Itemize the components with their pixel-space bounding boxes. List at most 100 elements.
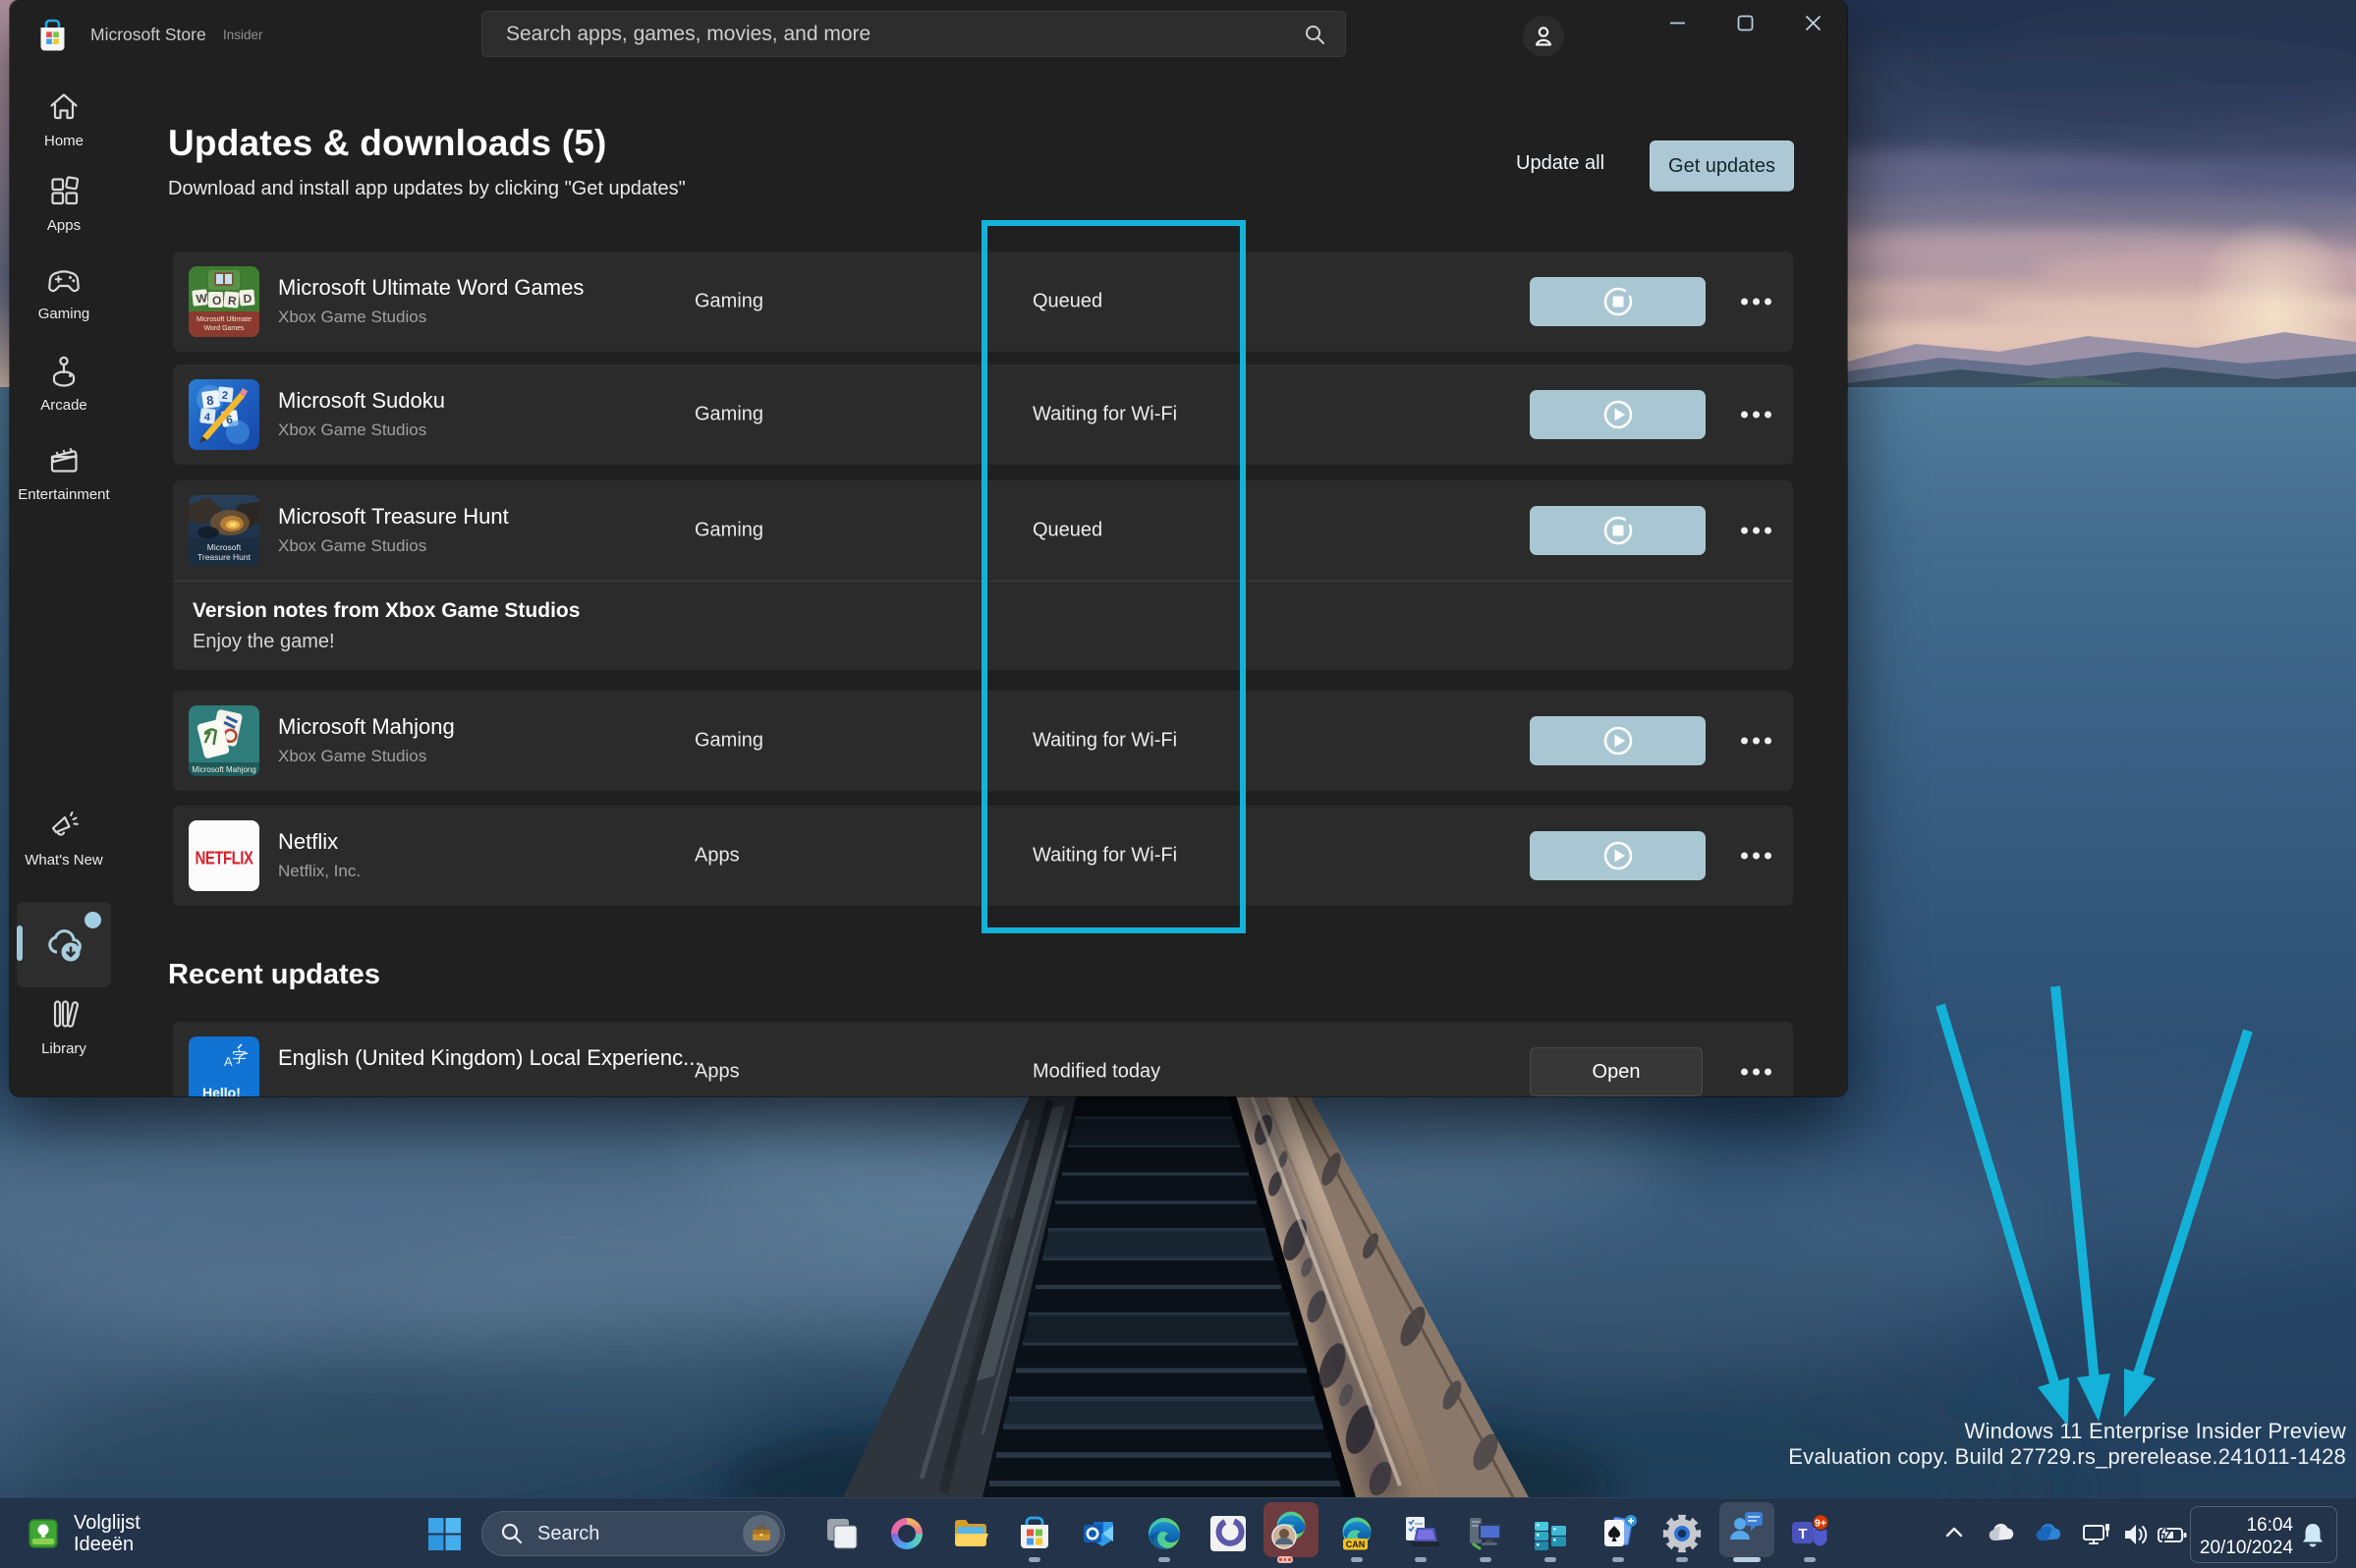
account-icon bbox=[1531, 24, 1556, 49]
running-indicator bbox=[1544, 1557, 1556, 1562]
settings-button[interactable] bbox=[1660, 1512, 1704, 1555]
widgets-icon bbox=[28, 1517, 61, 1550]
speaker-icon bbox=[2120, 1520, 2150, 1549]
outlook-button[interactable] bbox=[1078, 1512, 1121, 1555]
remote-pc-app-button[interactable] bbox=[1464, 1512, 1507, 1555]
outlook-icon bbox=[1080, 1514, 1119, 1553]
app-category: Apps bbox=[695, 1061, 740, 1084]
maximize-button[interactable] bbox=[1722, 0, 1767, 45]
update-row-treasure-hunt[interactable]: Microsoft Treasure Hunt Microsoft Treasu… bbox=[173, 480, 1793, 581]
maximize-icon bbox=[1737, 15, 1754, 31]
stop-download-button[interactable] bbox=[1530, 506, 1706, 555]
start-button[interactable] bbox=[426, 1516, 463, 1552]
more-options-button[interactable] bbox=[1741, 738, 1771, 745]
more-options-button[interactable] bbox=[1741, 299, 1771, 306]
edge-canary-button[interactable]: CAN bbox=[1335, 1512, 1378, 1555]
app-category: Gaming bbox=[695, 520, 763, 542]
store-search-input[interactable]: Search apps, games, movies, and more bbox=[481, 11, 1346, 57]
solitaire-button[interactable] bbox=[1597, 1512, 1640, 1555]
clock-tray[interactable]: 16:04 20/10/2024 bbox=[2190, 1506, 2337, 1563]
task-checklist-app-button[interactable] bbox=[1399, 1512, 1442, 1555]
taskbar-search[interactable]: Search bbox=[481, 1511, 785, 1556]
sidebar-item-gaming[interactable]: Gaming bbox=[17, 263, 111, 322]
resume-download-button[interactable] bbox=[1530, 390, 1706, 439]
app-publisher: Xbox Game Studios bbox=[278, 536, 426, 556]
volume-tray-icon[interactable] bbox=[2120, 1520, 2150, 1549]
app-category: Gaming bbox=[695, 730, 763, 753]
entertainment-icon bbox=[45, 442, 83, 477]
update-row-netflix[interactable]: NETFLIX Netflix Netflix, Inc. Apps Waiti… bbox=[173, 806, 1793, 906]
sidebar-item-entertainment[interactable]: Entertainment bbox=[17, 442, 111, 503]
play-icon bbox=[1600, 397, 1636, 432]
update-all-button[interactable]: Update all bbox=[1516, 152, 1604, 175]
edge-icon bbox=[1145, 1514, 1184, 1553]
sudoku-app-icon: 8 2 4 6 bbox=[189, 379, 259, 450]
watermark-line1: Windows 11 Enterprise Insider Preview bbox=[1788, 1419, 2346, 1444]
teams-button[interactable]: T 9+ bbox=[1788, 1512, 1831, 1555]
update-row-mahjong[interactable]: Microsoft Mahjong Microsoft Mahjong Xbox… bbox=[173, 691, 1793, 791]
sidebar-item-apps[interactable]: Apps bbox=[17, 173, 111, 234]
recent-row-language-pack[interactable]: 字 A Hello! English (United Kingdom) Loca… bbox=[173, 1022, 1793, 1096]
version-notes: Version notes from Xbox Game Studios Enj… bbox=[173, 581, 1793, 670]
copilot-button[interactable] bbox=[885, 1512, 928, 1555]
display-tray-icon[interactable] bbox=[2081, 1520, 2112, 1551]
task-view-icon bbox=[823, 1515, 861, 1552]
close-button[interactable] bbox=[1790, 0, 1835, 45]
sidebar-label: Gaming bbox=[17, 306, 111, 322]
app-publisher: Xbox Game Studios bbox=[278, 420, 426, 440]
onedrive-work-tray-icon[interactable] bbox=[2034, 1520, 2063, 1549]
sidebar-item-library[interactable]: Library bbox=[17, 996, 111, 1057]
sidebar-item-whats-new[interactable]: What's New bbox=[17, 808, 111, 868]
more-options-button[interactable] bbox=[1741, 412, 1771, 419]
whats-new-icon bbox=[45, 808, 83, 843]
sidebar-item-arcade[interactable]: Arcade bbox=[17, 353, 111, 414]
svg-text:Microsoft Ultimate: Microsoft Ultimate bbox=[196, 316, 252, 323]
app-status: Waiting for Wi-Fi bbox=[1033, 845, 1177, 868]
taskbar-search-label: Search bbox=[537, 1523, 743, 1545]
tray-chevron-button[interactable] bbox=[1941, 1520, 1967, 1545]
onedrive-personal-tray-icon[interactable] bbox=[1987, 1520, 2016, 1549]
sidebar-item-home[interactable]: Home bbox=[17, 88, 111, 149]
open-button[interactable]: Open bbox=[1530, 1047, 1703, 1096]
edge-profile-window-button[interactable] bbox=[1263, 1502, 1318, 1557]
store-taskbar-button[interactable] bbox=[1013, 1512, 1056, 1555]
server-app-button[interactable] bbox=[1529, 1512, 1572, 1555]
file-explorer-button[interactable] bbox=[949, 1512, 992, 1555]
minimize-icon bbox=[1669, 15, 1686, 31]
minimize-button[interactable] bbox=[1655, 0, 1700, 45]
sidebar-item-downloads-selected[interactable] bbox=[17, 902, 111, 987]
battery-charging-icon bbox=[2156, 1520, 2189, 1549]
app-publisher: Xbox Game Studios bbox=[278, 747, 426, 766]
stop-download-button[interactable] bbox=[1530, 277, 1706, 326]
app-name: Netflix bbox=[278, 829, 338, 855]
svg-text:Microsoft Mahjong: Microsoft Mahjong bbox=[192, 765, 255, 774]
tray-time: 16:04 bbox=[2246, 1515, 2293, 1537]
more-options-button[interactable] bbox=[1741, 853, 1771, 860]
file-explorer-icon bbox=[951, 1514, 990, 1553]
widgets-button[interactable]: Volglijst Ideeën bbox=[28, 1504, 140, 1563]
task-view-button[interactable] bbox=[820, 1512, 864, 1555]
account-button[interactable] bbox=[1523, 16, 1564, 57]
copilot-icon bbox=[887, 1514, 926, 1553]
update-row-word-games[interactable]: W O R D Microsoft Ultimate Word Games Mi… bbox=[173, 252, 1793, 352]
svg-text:Hello!: Hello! bbox=[202, 1085, 241, 1096]
library-icon bbox=[46, 996, 82, 1032]
get-updates-button[interactable]: Get updates bbox=[1650, 140, 1794, 192]
dev-ring-app-button[interactable] bbox=[1206, 1512, 1250, 1555]
notification-bell-icon[interactable] bbox=[2299, 1521, 2327, 1550]
feedback-hub-active-button[interactable] bbox=[1719, 1502, 1774, 1557]
svg-text:Word Games: Word Games bbox=[203, 325, 245, 332]
recent-updates-heading: Recent updates bbox=[168, 959, 380, 991]
resume-download-button[interactable] bbox=[1530, 716, 1706, 765]
sidebar-label: What's New bbox=[17, 852, 111, 868]
edge-button[interactable] bbox=[1143, 1512, 1186, 1555]
update-row-sudoku[interactable]: 8 2 4 6 Microsoft Sudoku Xbox Game Studi… bbox=[173, 364, 1793, 465]
more-options-button[interactable] bbox=[1741, 1069, 1771, 1076]
svg-text:O: O bbox=[212, 294, 221, 308]
briefcase-icon bbox=[751, 1523, 772, 1544]
store-logo-icon bbox=[39, 19, 66, 52]
more-options-button[interactable] bbox=[1741, 528, 1771, 534]
resume-download-button[interactable] bbox=[1530, 831, 1706, 880]
titlebar[interactable]: Microsoft Store Insider Search apps, gam… bbox=[10, 0, 1847, 67]
battery-tray-icon[interactable] bbox=[2156, 1520, 2189, 1549]
